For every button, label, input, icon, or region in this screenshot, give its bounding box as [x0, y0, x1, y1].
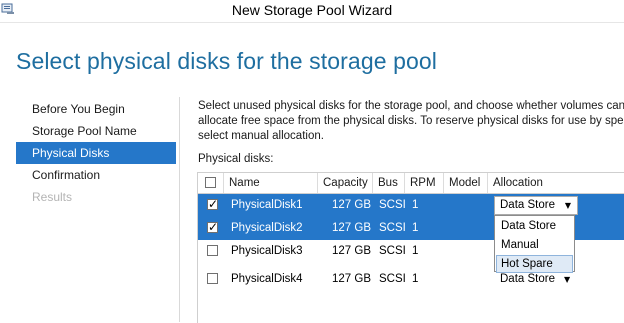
disk-name: PhysicalDisk3 [231, 245, 303, 257]
header-select-all-cell [198, 173, 224, 193]
column-header-rpm[interactable]: RPM [405, 173, 444, 193]
disk-capacity: 127 GB [332, 199, 371, 211]
nav-item-storage-pool-name[interactable]: Storage Pool Name [16, 120, 176, 142]
disk-capacity: 127 GB [332, 273, 371, 285]
row-checkbox[interactable] [207, 273, 218, 284]
checkmark-icon: ✓ [208, 197, 219, 211]
checkmark-icon: ✓ [208, 220, 219, 234]
disk-rpm: 1 [412, 199, 419, 211]
disk-bus: SCSI [379, 222, 406, 234]
disk-name: PhysicalDisk4 [231, 273, 303, 285]
dropdown-option-hot-spare[interactable]: Hot Spare [496, 255, 573, 273]
disk-bus: SCSI [379, 199, 406, 211]
column-header-allocation[interactable]: Allocation [488, 173, 624, 193]
disk-capacity: 127 GB [332, 245, 371, 257]
table-header: Name Capacity Bus RPM Model Allocation [198, 173, 624, 194]
dropdown-option-manual[interactable]: Manual [496, 236, 573, 254]
nav-item-before-you-begin[interactable]: Before You Begin [16, 98, 176, 120]
disk-bus: SCSI [379, 273, 406, 285]
disk-capacity: 127 GB [332, 222, 371, 234]
row-checkbox[interactable]: ✓ [207, 220, 219, 234]
disk-rpm: 1 [412, 245, 419, 257]
instructions-text: Select unused physical disks for the sto… [198, 99, 624, 144]
column-header-capacity[interactable]: Capacity [318, 173, 373, 193]
table-row[interactable]: ✓ PhysicalDisk1 127 GB SCSI 1 Data Store… [198, 194, 624, 217]
nav-item-confirmation[interactable]: Confirmation [16, 164, 176, 186]
column-header-model[interactable]: Model [444, 173, 488, 193]
column-header-bus[interactable]: Bus [373, 173, 405, 193]
row-checkbox[interactable] [207, 245, 218, 256]
allocation-select[interactable]: Data Store ▼ [494, 196, 578, 215]
title-bar: New Storage Pool Wizard [0, 0, 624, 23]
physical-disks-label: Physical disks: [198, 153, 274, 165]
instructions-line-3: select manual allocation. [198, 130, 324, 142]
nav-item-results: Results [32, 190, 73, 204]
nav-divider [179, 97, 180, 322]
disk-rpm: 1 [412, 222, 419, 234]
page-title: Select physical disks for the storage po… [16, 48, 437, 74]
row-checkbox[interactable]: ✓ [207, 197, 219, 211]
instructions-line-2: allocate free space from the physical di… [198, 115, 624, 127]
column-header-name[interactable]: Name [224, 173, 318, 193]
window-title: New Storage Pool Wizard [231, 2, 393, 18]
chevron-down-icon: ▼ [564, 201, 571, 210]
dropdown-option-data-store[interactable]: Data Store [496, 217, 573, 235]
allocation-select-value: Data Store [500, 273, 555, 285]
allocation-select-value: Data Store [500, 199, 555, 211]
disk-bus: SCSI [379, 245, 406, 257]
allocation-dropdown-list: Data Store Manual Hot Spare [494, 215, 575, 273]
disk-name: PhysicalDisk1 [231, 199, 303, 211]
instructions-line-1: Select unused physical disks for the sto… [198, 100, 624, 112]
disk-name: PhysicalDisk2 [231, 222, 303, 234]
wizard-nav: Before You Begin Storage Pool Name Physi… [16, 98, 176, 208]
select-all-checkbox[interactable] [205, 177, 216, 188]
nav-item-physical-disks[interactable]: Physical Disks [16, 142, 176, 164]
disk-rpm: 1 [412, 273, 419, 285]
